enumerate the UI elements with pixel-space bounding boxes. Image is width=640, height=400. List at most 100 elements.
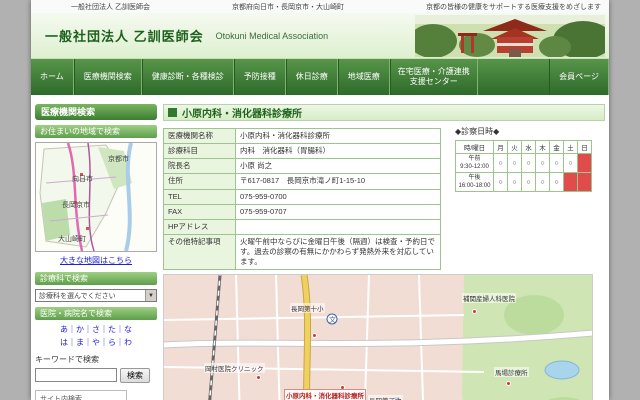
nav-label: 医療機関検索: [84, 72, 132, 82]
day-header: 木: [536, 141, 550, 154]
main-content: 小原内科・消化器科診療所 医療機関名称小原内科・消化器科診療所 診療科目内科 消…: [163, 104, 605, 121]
row-label: 院長名: [164, 159, 236, 174]
shrine-photo: [415, 15, 605, 57]
row-value: 075-959-0707: [236, 204, 441, 219]
map-label-school: 長岡第十小: [290, 303, 325, 313]
nav-item-members[interactable]: 会員ページ: [549, 59, 609, 95]
keyword-input[interactable]: [35, 368, 117, 382]
search-button[interactable]: 検索: [120, 368, 150, 383]
table-row: 医療機関名称小原内科・消化器科診療所: [164, 129, 441, 144]
schedule-panel: ◆診察日時◆ 時/曜日 月 火 水 木 金 土 日 午前 9:30-12:00: [455, 126, 605, 192]
syllabary-row-2[interactable]: は｜ま｜や｜ら｜わ: [35, 337, 157, 350]
map-label-school: 長岡第二中: [368, 395, 403, 400]
sidebar: 医療機関検索 お住まいの地域で検索 京都市 向日市 長岡京市 大山崎町: [35, 104, 157, 400]
region-map-image: 京都市 向日市 長岡京市 大山崎町: [36, 143, 156, 251]
sidebar-dept-header: 診療科で検索: [35, 272, 157, 285]
schedule-mark: ○: [550, 154, 564, 173]
school-symbol: 文: [329, 315, 336, 324]
schedule-mark: ○: [508, 154, 522, 173]
keyword-search-label: キーワードで検索: [35, 354, 157, 365]
schedule-mark: ○: [536, 154, 550, 173]
region-label-muko: 向日市: [72, 174, 93, 183]
table-row: FAX075-959-0707: [164, 204, 441, 219]
row-value: 小原 尚之: [236, 159, 441, 174]
row-value: [236, 219, 441, 234]
nav-item-checkup[interactable]: 健康診断・各種検診: [142, 59, 234, 95]
schedule-mark: ○: [494, 154, 508, 173]
map-label-clinic: 補関産婦人科医院: [462, 293, 516, 303]
map-label-clinic: 岡村医院クリニック: [204, 363, 265, 373]
schedule-mark: ○: [564, 154, 578, 173]
nav-item-homecare-center[interactable]: 在宅医療・介護連携支援センター: [390, 59, 478, 95]
day-header: 土: [564, 141, 578, 154]
table-row: 診療科目内科 消化器科（胃腸科）: [164, 144, 441, 159]
row-label: HPアドレス: [164, 219, 236, 234]
table-row: TEL075-959-0700: [164, 189, 441, 204]
schedule-row-am: 午前 9:30-12:00 ○ ○ ○ ○ ○ ○: [456, 154, 592, 173]
site-search-box: サイト内検索 powered by Google: [35, 390, 127, 400]
nav-item-vaccine[interactable]: 予防接種: [234, 59, 286, 95]
site-search-label: サイト内検索: [40, 394, 122, 400]
schedule-table: 時/曜日 月 火 水 木 金 土 日 午前 9:30-12:00 ○ ○: [455, 140, 592, 192]
table-row: 住所〒617-0817 長岡京市滝ノ町1-15-10: [164, 174, 441, 189]
region-map[interactable]: 京都市 向日市 長岡京市 大山崎町: [35, 142, 157, 252]
day-header: 水: [522, 141, 536, 154]
top-org-name: 一般社団法人 乙訓医師会: [71, 2, 150, 12]
day-header: 火: [508, 141, 522, 154]
page: 一般社団法人 乙訓医師会 京都府向日市・長岡京市・大山崎町 京都の皆様の健康をサ…: [31, 0, 609, 400]
syllabary-links[interactable]: あ｜か｜さ｜た｜な は｜ま｜や｜ら｜わ: [35, 324, 157, 350]
region-label-nagaokakyo: 長岡京市: [62, 200, 90, 209]
dept-select[interactable]: 診療科を選んでください ▼: [35, 289, 157, 302]
keyword-search-row: 検索: [35, 368, 157, 383]
nav-item-home[interactable]: ホーム: [31, 59, 74, 95]
nav-label: 地域医療: [348, 72, 380, 82]
nav-item-search[interactable]: 医療機関検索: [74, 59, 142, 95]
street-map-image: 文 文: [164, 275, 593, 400]
street-map[interactable]: 文 文 長岡第十小 補関産婦人科医院 馬場診療所 岡村医院クリニック 小原内科・…: [163, 274, 593, 400]
day-header: 日: [578, 141, 592, 154]
top-slogan: 京都の皆様の健康をサポートする医療支援をめざします: [426, 2, 601, 12]
map-label-clinic: 馬場診療所: [494, 367, 529, 377]
period-label: 午前: [457, 155, 492, 163]
clinic-title-bar: 小原内科・消化器科診療所: [163, 104, 605, 121]
syllabary-row-1[interactable]: あ｜か｜さ｜た｜な: [35, 324, 157, 337]
schedule-mark: ○: [550, 173, 564, 192]
row-value: 〒617-0817 長岡京市滝ノ町1-15-10: [236, 174, 441, 189]
nav-item-regional[interactable]: 地域医療: [338, 59, 390, 95]
row-label: 医療機関名称: [164, 129, 236, 144]
region-label-oyamazaki: 大山崎町: [58, 234, 86, 243]
row-label: 住所: [164, 174, 236, 189]
title-square-icon: [168, 108, 177, 117]
schedule-corner: 時/曜日: [456, 141, 494, 154]
row-label: TEL: [164, 189, 236, 204]
schedule-mark: ○: [494, 173, 508, 192]
clinic-marker: [506, 381, 511, 386]
schedule-mark: ○: [522, 154, 536, 173]
period-time-cell: 午後 16:00-18:00: [456, 173, 494, 192]
period-label: 午後: [457, 174, 492, 182]
row-label: その他特記事項: [164, 234, 236, 269]
map-label-subject-clinic: 小原内科・消化器科診療所: [284, 389, 366, 400]
sidebar-area-header: お住まいの地域で検索: [35, 125, 157, 138]
row-value: 内科 消化器科（胃腸科）: [236, 144, 441, 159]
top-area-text: 京都府向日市・長岡京市・大山崎町: [232, 2, 344, 12]
region-label-kyoto: 京都市: [108, 154, 129, 163]
row-value: 075-959-0700: [236, 189, 441, 204]
nav-item-holiday[interactable]: 休日診療: [286, 59, 338, 95]
clinic-marker: [312, 333, 317, 338]
table-row: HPアドレス: [164, 219, 441, 234]
big-map-link[interactable]: 大きな地図はこちら: [35, 255, 157, 266]
sidebar-name-header: 医院・病院名で検索: [35, 307, 157, 320]
period-time-cell: 午前 9:30-12:00: [456, 154, 494, 173]
sidebar-search-header: 医療機関検索: [35, 104, 157, 120]
nav-label: 予防接種: [244, 72, 276, 82]
schedule-closed-cell: [578, 154, 592, 173]
schedule-row-pm: 午後 16:00-18:00 ○ ○ ○ ○ ○: [456, 173, 592, 192]
period-time: 16:00-18:00: [457, 182, 492, 190]
nav-label: 在宅医療・介護連携支援センター: [395, 67, 473, 87]
row-label: FAX: [164, 204, 236, 219]
clinic-info-table: 医療機関名称小原内科・消化器科診療所 診療科目内科 消化器科（胃腸科） 院長名小…: [163, 128, 441, 270]
main-nav: ホーム 医療機関検索 健康診断・各種検診 予防接種 休日診療 地域医療 在宅医療…: [31, 59, 609, 95]
nav-label: 健康診断・各種検診: [152, 72, 224, 82]
top-strip: 一般社団法人 乙訓医師会 京都府向日市・長岡京市・大山崎町 京都の皆様の健康をサ…: [31, 0, 609, 13]
